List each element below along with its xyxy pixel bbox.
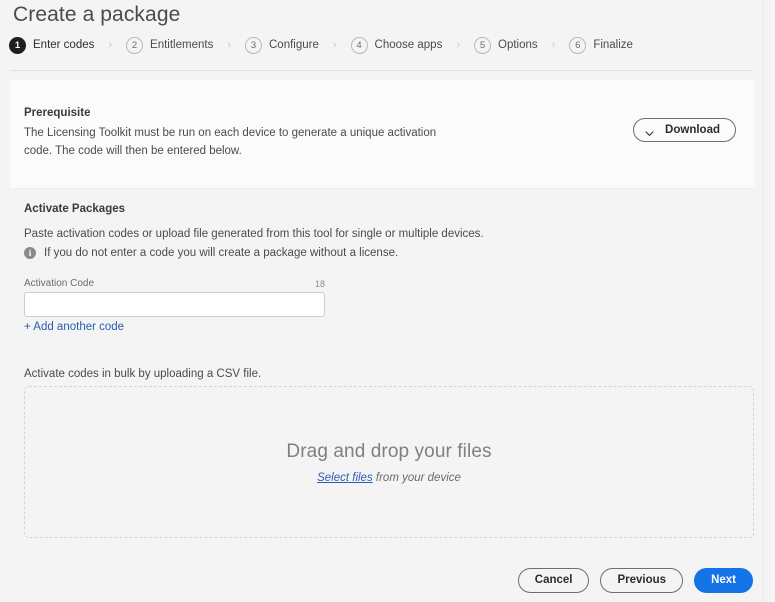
activation-code-char-count: 18 (314, 279, 325, 289)
page-title: Create a package (13, 3, 181, 26)
step-number-badge: 5 (474, 36, 491, 54)
prerequisite-body: The Licensing Toolkit must be run on eac… (24, 127, 437, 157)
step-label: Choose apps (374, 39, 443, 51)
select-files-link[interactable]: Select files (317, 472, 373, 484)
step-separator-icon: › (332, 39, 337, 51)
step-separator-icon: › (551, 39, 556, 51)
chevron-down-icon (645, 126, 654, 136)
wizard-stepper: 1 Enter codes › 2 Entitlements › 3 Configure › 4 C… (9, 34, 633, 56)
activate-packages-description: Paste activation codes or upload file ge… (24, 228, 484, 240)
cancel-button[interactable]: Cancel (517, 567, 590, 593)
step-configure[interactable]: 3 Configure (245, 36, 319, 54)
prerequisite-card: Prerequisite The Licensing Toolkit must … (10, 80, 755, 189)
step-label: Entitlements (150, 39, 214, 51)
no-license-note: i If you do not enter a code you will cr… (24, 247, 398, 259)
header-divider (10, 70, 753, 71)
step-entitlements[interactable]: 2 Entitlements (126, 36, 214, 54)
step-number-badge: 1 (9, 36, 26, 54)
step-number-badge: 3 (245, 36, 262, 54)
next-button[interactable]: Next (694, 567, 753, 593)
step-enter-codes[interactable]: 1 Enter codes (9, 36, 95, 54)
wizard-footer: Cancel Previous Next (0, 565, 753, 595)
dropzone-title: Drag and drop your files (286, 440, 492, 462)
step-separator-icon: › (227, 39, 231, 51)
info-icon: i (24, 247, 36, 259)
file-dropzone[interactable]: Drag and drop your files Select files fr… (24, 386, 754, 538)
step-label: Finalize (593, 39, 633, 51)
step-label: Enter codes (33, 39, 95, 51)
previous-button[interactable]: Previous (600, 567, 684, 593)
activation-code-input[interactable] (24, 292, 325, 317)
step-number-badge: 2 (126, 36, 144, 54)
prerequisite-title: Prerequisite (24, 107, 91, 119)
step-choose-apps[interactable]: 4 Choose apps (350, 36, 443, 54)
activation-code-field-group: Activation Code 18 (24, 278, 325, 317)
step-label: Configure (269, 39, 319, 51)
right-panel-edge (763, 0, 775, 602)
bulk-upload-description: Activate codes in bulk by uploading a CS… (24, 368, 262, 380)
dropzone-subtitle: Select files from your device (317, 472, 461, 484)
step-finalize[interactable]: 6 Finalize (569, 36, 633, 54)
create-package-screen: Create a package 1 Enter codes › 2 Entitleme… (0, 0, 775, 602)
step-options[interactable]: 5 Options (474, 36, 538, 54)
download-button-label: Download (665, 124, 720, 136)
activate-packages-title: Activate Packages (24, 203, 126, 215)
dropzone-subtitle-suffix: from your device (372, 471, 461, 484)
step-number-badge: 4 (350, 36, 368, 54)
download-button[interactable]: Download (633, 118, 736, 142)
step-label: Options (498, 39, 538, 51)
step-separator-icon: › (108, 39, 113, 51)
step-number-badge: 6 (569, 36, 587, 54)
step-separator-icon: › (456, 39, 460, 51)
activation-code-label: Activation Code (24, 278, 95, 289)
add-another-code-link[interactable]: + Add another code (24, 321, 124, 333)
no-license-note-text: If you do not enter a code you will crea… (44, 247, 399, 259)
activation-code-field-header: Activation Code 18 (24, 278, 325, 289)
